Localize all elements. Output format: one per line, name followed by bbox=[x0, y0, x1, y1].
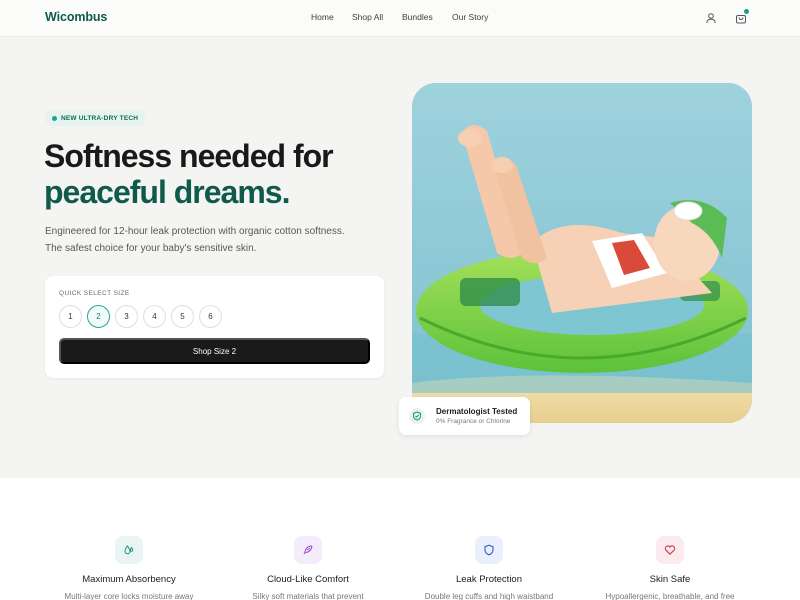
top-nav: Wicombus Home Shop All Bundles Our Story bbox=[0, 0, 800, 37]
feature-description: Multi-layer core locks moisture away bbox=[64, 592, 194, 600]
hero-baby-photo bbox=[412, 83, 752, 423]
feature-title: Skin Safe bbox=[649, 574, 691, 585]
size-option-2-selected[interactable]: 2 bbox=[87, 305, 110, 328]
headline-line-1: Softness needed for bbox=[44, 138, 334, 174]
hero-section: NEW ULTRA-DRY TECH Softness needed for p… bbox=[0, 38, 800, 478]
trust-subtitle: 0% Fragrance or Chlorine bbox=[436, 418, 511, 425]
feature-title: Cloud-Like Comfort bbox=[267, 574, 349, 585]
size-option-3[interactable]: 3 bbox=[115, 305, 138, 328]
hero-headline: Softness needed for peaceful dreams. bbox=[44, 138, 334, 210]
nav-link-bundles[interactable]: Bundles bbox=[402, 12, 433, 22]
new-tech-badge: NEW ULTRA-DRY TECH bbox=[45, 110, 147, 126]
feather-icon bbox=[294, 536, 322, 564]
size-options: 1 2 3 4 5 6 bbox=[59, 305, 222, 328]
trust-title: Dermatologist Tested bbox=[436, 407, 518, 416]
nav-links: Home Shop All Bundles Our Story bbox=[0, 0, 800, 37]
size-option-4[interactable]: 4 bbox=[143, 305, 166, 328]
badge-dot bbox=[52, 115, 57, 121]
heart-icon bbox=[656, 536, 684, 564]
size-option-5[interactable]: 5 bbox=[171, 305, 194, 328]
nav-link-shop-all[interactable]: Shop All bbox=[352, 12, 383, 22]
cart-icon[interactable] bbox=[735, 9, 749, 24]
shop-size-button[interactable]: Shop Size 2 bbox=[59, 338, 370, 364]
hero-subtitle: Engineered for 12-hour leak protection w… bbox=[45, 226, 345, 254]
shield-icon bbox=[475, 536, 503, 564]
feature-description: Hypoallergenic, breathable, and free bbox=[605, 592, 735, 600]
feature-title: Leak Protection bbox=[455, 574, 522, 585]
size-option-1[interactable]: 1 bbox=[59, 305, 82, 328]
size-selector-label: QUICK SELECT SIZE bbox=[59, 290, 130, 297]
dermatologist-trust-card: Dermatologist Tested 0% Fragrance or Chl… bbox=[399, 397, 530, 435]
quick-size-card: QUICK SELECT SIZE 1 2 3 4 5 6 Shop Size … bbox=[45, 276, 384, 378]
headline-line-2: peaceful dreams. bbox=[44, 174, 290, 210]
droplet-icon bbox=[115, 536, 143, 564]
feature-description: Double leg cuffs and high waistband bbox=[424, 592, 554, 600]
feature-title: Maximum Absorbency bbox=[82, 574, 176, 585]
cart-indicator-dot bbox=[744, 9, 749, 14]
user-icon[interactable] bbox=[705, 11, 717, 24]
nav-link-our-story[interactable]: Our Story bbox=[452, 12, 488, 22]
feature-description: Silky soft materials that prevent bbox=[252, 592, 364, 600]
features-section: Maximum Absorbency Multi-layer core lock… bbox=[0, 478, 800, 600]
badge-label: NEW ULTRA-DRY TECH bbox=[61, 114, 139, 122]
size-option-6[interactable]: 6 bbox=[199, 305, 222, 328]
shield-check-icon bbox=[409, 408, 425, 424]
nav-link-home[interactable]: Home bbox=[311, 12, 334, 22]
